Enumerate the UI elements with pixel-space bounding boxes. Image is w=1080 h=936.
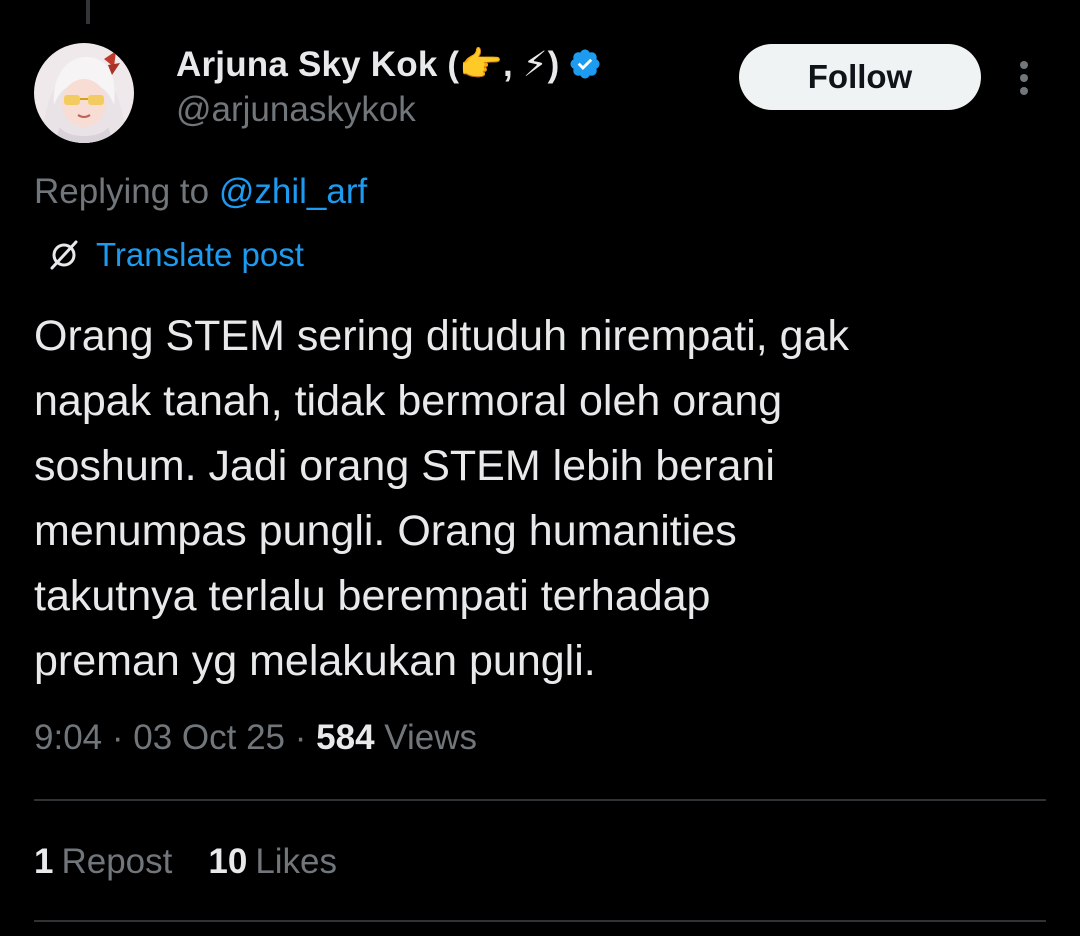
post-line: preman yg melakukan pungli.	[34, 637, 596, 685]
globe-icon	[50, 240, 78, 270]
more-options-button[interactable]	[1012, 58, 1036, 98]
follow-button[interactable]: Follow	[739, 44, 981, 110]
divider	[34, 799, 1046, 801]
reposts-stat[interactable]: 1 Repost	[34, 842, 172, 882]
post-line: menumpas pungli. Orang humanities	[34, 507, 737, 555]
author-display-name[interactable]: Arjuna Sky Kok (👉, ⚡)	[176, 44, 560, 85]
verified-badge-icon	[570, 49, 600, 79]
post-line: napak tanah, tidak bermoral oleh orang	[34, 377, 783, 425]
post-date[interactable]: 03 Oct 25	[133, 718, 285, 757]
divider	[34, 920, 1046, 922]
likes-stat[interactable]: 10 Likes	[208, 842, 337, 882]
meta-separator: ·	[294, 718, 307, 757]
post-text: Orang STEM sering dituduh nirempati, gak…	[34, 304, 1044, 694]
post-time[interactable]: 9:04	[34, 718, 102, 757]
post-line: soshum. Jadi orang STEM lebih berani	[34, 442, 775, 490]
avatar[interactable]	[34, 43, 134, 143]
author-handle[interactable]: @arjunaskykok	[176, 90, 416, 130]
translate-label[interactable]: Translate post	[96, 236, 304, 274]
translate-post-link[interactable]: Translate post	[46, 236, 304, 274]
reposts-label: Repost	[61, 842, 173, 881]
likes-count: 10	[208, 842, 248, 881]
post-line: takutnya terlalu berempati terhadap	[34, 572, 711, 620]
reply-context: Replying to @zhil_arf	[34, 172, 367, 212]
more-vertical-icon	[1020, 61, 1028, 95]
anime-avatar-icon	[34, 43, 134, 143]
post-metadata: 9:04 · 03 Oct 25 · 584 Views	[34, 718, 477, 758]
author-name-row[interactable]: Arjuna Sky Kok (👉, ⚡)	[176, 40, 602, 88]
post-line: Orang STEM sering dituduh nirempati, gak	[34, 312, 850, 360]
reposts-count: 1	[34, 842, 54, 881]
views-label: Views	[384, 718, 478, 757]
engagement-stats: 1 Repost 10 Likes	[34, 842, 337, 882]
reply-mention-link[interactable]: @zhil_arf	[219, 172, 367, 211]
likes-label: Likes	[255, 842, 338, 881]
reply-prefix: Replying to	[34, 172, 210, 211]
meta-separator: ·	[111, 718, 124, 757]
thread-connector-line	[86, 0, 90, 24]
views-count: 584	[316, 718, 375, 757]
